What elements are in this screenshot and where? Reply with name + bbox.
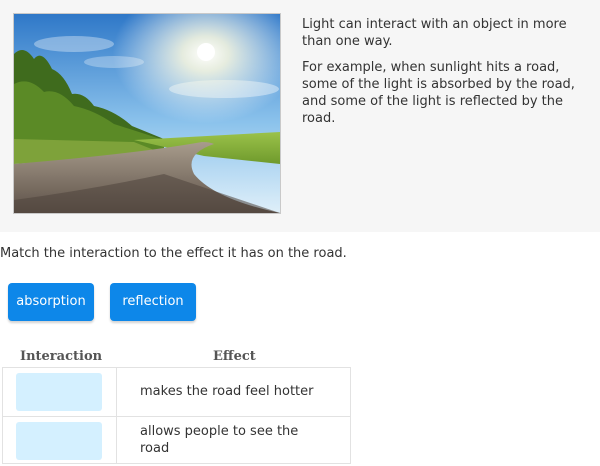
intro-panel: Light can interact with an object in mor… (0, 0, 600, 232)
effect-text: makes the road feel hotter (140, 384, 314, 399)
table-row: makes the road feel hotter (3, 368, 350, 417)
sunlit-road-photo (13, 13, 281, 214)
tile-absorption[interactable]: absorption (8, 283, 94, 321)
column-header-interaction: Interaction (20, 349, 103, 364)
instruction-text: Match the interaction to the effect it h… (0, 246, 347, 261)
column-header-effect: Effect (213, 349, 256, 364)
intro-text: Light can interact with an object in mor… (302, 16, 587, 136)
drop-target[interactable] (16, 373, 102, 411)
intro-paragraph-2: For example, when sunlight hits a road, … (302, 60, 575, 126)
table-row: allows people to see the road (3, 417, 350, 463)
tile-reflection[interactable]: reflection (110, 283, 196, 321)
match-table: makes the road feel hotter allows people… (2, 367, 351, 464)
effect-text: allows people to see the road (140, 424, 299, 456)
intro-paragraph-1: Light can interact with an object in mor… (302, 17, 567, 49)
drop-target[interactable] (16, 422, 102, 460)
